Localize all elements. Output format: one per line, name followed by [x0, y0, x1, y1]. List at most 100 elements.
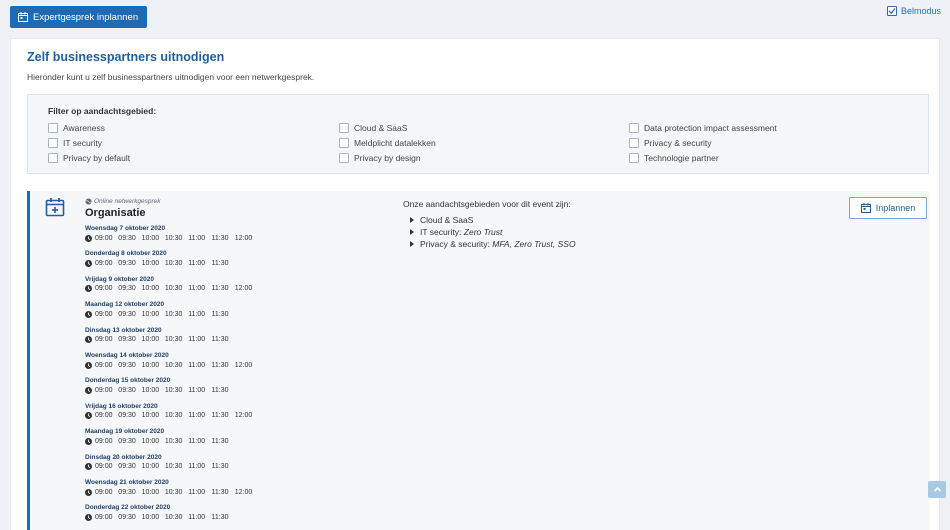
time-slot[interactable]: 09:30	[118, 362, 136, 369]
time-slot[interactable]: 10:00	[142, 438, 160, 445]
time-slot[interactable]: 09:00	[95, 412, 113, 419]
time-slot[interactable]: 11:30	[211, 387, 228, 394]
filter-option-cloud-saas[interactable]: Cloud & SaaS	[339, 123, 407, 133]
time-slot[interactable]: 09:30	[118, 514, 136, 521]
time-slot[interactable]: 11:30	[211, 235, 228, 242]
time-slot[interactable]: 09:30	[118, 336, 136, 343]
time-slot[interactable]: 09:00	[95, 285, 113, 292]
time-slot[interactable]: 11:30	[211, 260, 228, 267]
time-slot[interactable]: 09:30	[118, 489, 136, 496]
time-slot[interactable]: 10:30	[165, 311, 183, 318]
time-slot[interactable]: 11:30	[211, 438, 228, 445]
time-slot[interactable]: 11:30	[211, 412, 228, 419]
time-slot[interactable]: 09:30	[118, 438, 136, 445]
time-slot[interactable]: 09:00	[95, 489, 113, 496]
time-slot[interactable]: 12:00	[235, 362, 253, 369]
time-slot[interactable]: 09:00	[95, 235, 113, 242]
time-slot[interactable]: 12:00	[235, 235, 253, 242]
time-slot[interactable]: 09:00	[95, 387, 113, 394]
time-slot[interactable]: 11:00	[188, 387, 205, 394]
time-slot[interactable]: 11:00	[188, 489, 205, 496]
time-slot[interactable]: 10:30	[165, 489, 183, 496]
time-slot[interactable]: 10:00	[142, 412, 160, 419]
time-slot[interactable]: 10:30	[165, 412, 183, 419]
expertgesprek-inplannen-button[interactable]: Expertgesprek inplannen	[10, 6, 148, 28]
time-slot[interactable]: 09:00	[95, 438, 113, 445]
time-slot[interactable]: 11:00	[188, 336, 205, 343]
time-slot[interactable]: 09:30	[118, 260, 136, 267]
scroll-to-top-button[interactable]	[928, 481, 946, 498]
time-slot[interactable]: 10:00	[142, 489, 160, 496]
time-slot[interactable]: 11:30	[211, 285, 228, 292]
time-slot[interactable]: 09:00	[95, 311, 113, 318]
time-slot[interactable]: 10:00	[142, 362, 160, 369]
time-slot[interactable]: 10:00	[142, 235, 160, 242]
checkbox[interactable]	[339, 153, 349, 163]
belmodus-checkbox[interactable]	[886, 6, 897, 16]
time-slot[interactable]: 11:30	[211, 362, 228, 369]
time-slot[interactable]: 10:00	[142, 463, 160, 470]
checkbox[interactable]	[339, 138, 349, 148]
filter-option-privacy-security[interactable]: Privacy & security	[629, 138, 712, 148]
time-slot[interactable]: 09:30	[118, 412, 136, 419]
filter-option-meldplicht-datalekken[interactable]: Meldplicht datalekken	[339, 138, 436, 148]
time-slot[interactable]: 12:00	[235, 285, 253, 292]
time-slot[interactable]: 09:30	[118, 387, 136, 394]
inplannen-button[interactable]: Inplannen	[849, 197, 927, 219]
time-slot[interactable]: 09:00	[95, 362, 113, 369]
time-slot[interactable]: 11:00	[188, 438, 205, 445]
time-slot[interactable]: 10:00	[142, 514, 160, 521]
checkbox[interactable]	[48, 138, 58, 148]
time-slot[interactable]: 10:00	[142, 311, 160, 318]
time-slot[interactable]: 12:00	[235, 412, 253, 419]
time-slot[interactable]: 11:00	[188, 463, 205, 470]
time-slot[interactable]: 11:30	[211, 514, 228, 521]
time-slot[interactable]: 11:00	[188, 235, 205, 242]
time-slot[interactable]: 09:30	[118, 285, 136, 292]
time-slot[interactable]: 11:00	[188, 311, 205, 318]
time-slot[interactable]: 12:00	[235, 489, 253, 496]
time-slot[interactable]: 09:30	[118, 311, 136, 318]
time-slot[interactable]: 10:00	[142, 285, 160, 292]
time-slot[interactable]: 10:30	[165, 438, 183, 445]
time-slot[interactable]: 11:30	[211, 463, 228, 470]
time-slot[interactable]: 09:00	[95, 514, 113, 521]
time-slot[interactable]: 10:30	[165, 235, 183, 242]
time-slot[interactable]: 11:30	[211, 489, 228, 496]
time-slot[interactable]: 11:00	[188, 362, 205, 369]
time-slot[interactable]: 09:00	[95, 463, 113, 470]
time-slot[interactable]: 10:30	[165, 336, 183, 343]
time-slot[interactable]: 10:00	[142, 260, 160, 267]
time-slot[interactable]: 10:30	[165, 514, 183, 521]
time-slot[interactable]: 11:00	[188, 514, 205, 521]
time-slot[interactable]: 11:00	[188, 260, 205, 267]
time-slot[interactable]: 09:00	[95, 260, 113, 267]
time-slot[interactable]: 10:30	[165, 285, 183, 292]
time-slot[interactable]: 10:30	[165, 362, 183, 369]
time-slot[interactable]: 09:30	[118, 463, 136, 470]
time-slot[interactable]: 10:00	[142, 336, 160, 343]
checkbox[interactable]	[339, 123, 349, 133]
time-slot[interactable]: 10:30	[165, 387, 183, 394]
filter-option-privacy-by-default[interactable]: Privacy by default	[48, 153, 130, 163]
time-slot[interactable]: 09:00	[95, 336, 113, 343]
filter-option-privacy-by-design[interactable]: Privacy by design	[339, 153, 421, 163]
filter-option-technologie-partner[interactable]: Technologie partner	[629, 153, 719, 163]
time-slot[interactable]: 11:30	[211, 311, 228, 318]
time-slot[interactable]: 09:30	[118, 235, 136, 242]
time-slot[interactable]: 11:30	[211, 336, 228, 343]
time-slot[interactable]: 11:00	[188, 412, 205, 419]
time-slot[interactable]: 10:00	[142, 387, 160, 394]
time-slot[interactable]: 10:30	[165, 463, 183, 470]
checkbox[interactable]	[48, 123, 58, 133]
checkbox[interactable]	[629, 153, 639, 163]
filter-option-awareness[interactable]: Awareness	[48, 123, 105, 133]
checkbox[interactable]	[629, 138, 639, 148]
time-slot[interactable]: 10:30	[165, 260, 183, 267]
belmodus-toggle[interactable]: Belmodus	[886, 6, 941, 16]
checkbox[interactable]	[48, 153, 58, 163]
filter-option-it-security[interactable]: IT security	[48, 138, 102, 148]
filter-option-dpia[interactable]: Data protection impact assessment	[629, 123, 777, 133]
time-slot[interactable]: 11:00	[188, 285, 205, 292]
checkbox[interactable]	[629, 123, 639, 133]
